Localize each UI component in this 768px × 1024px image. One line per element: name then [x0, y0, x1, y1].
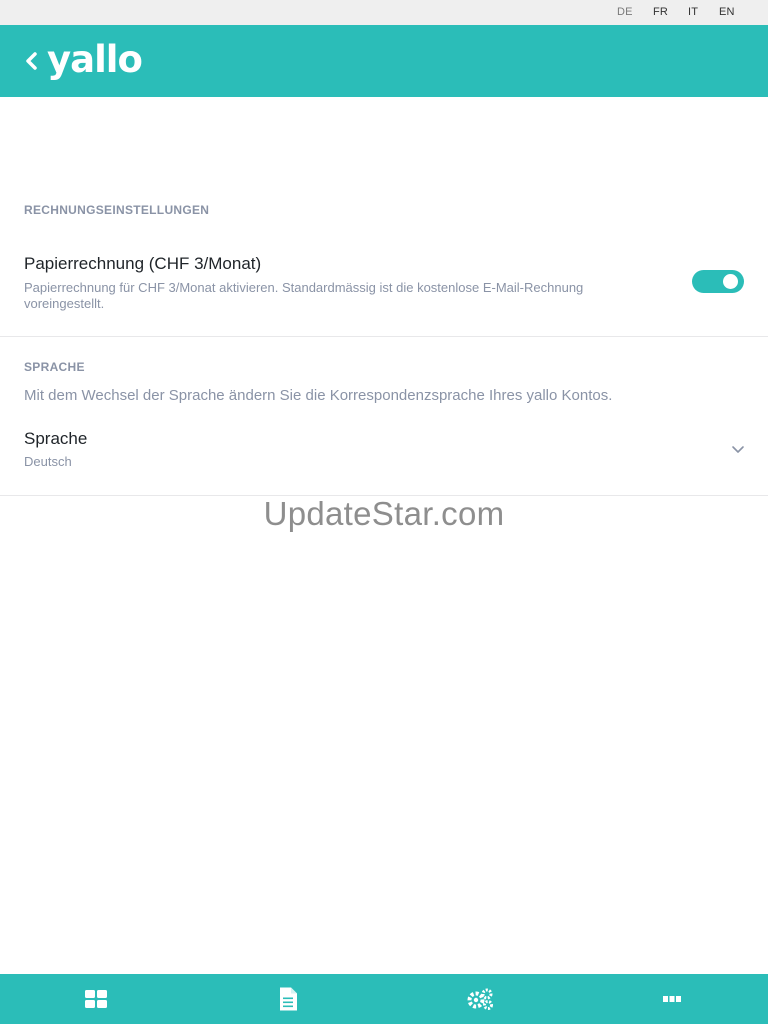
language-hint-text: Mit dem Wechsel der Sprache ändern Sie d…	[24, 387, 613, 404]
nav-tab-settings[interactable]	[384, 974, 576, 1024]
nav-tab-dashboard[interactable]	[0, 974, 192, 1024]
language-select[interactable]: Sprache Deutsch	[0, 420, 768, 480]
settings-page: DE FR IT EN yallo RECHNUNGSEINSTELLUNGEN…	[0, 0, 768, 1024]
dashboard-grid-icon	[85, 990, 107, 1008]
watermark-text: UpdateStar.com	[263, 495, 505, 532]
lang-de-link[interactable]: DE	[617, 6, 633, 18]
section-divider	[0, 336, 768, 337]
language-select-value: Deutsch	[24, 454, 72, 469]
bottom-navigation	[0, 974, 768, 1024]
paper-invoice-toggle[interactable]	[692, 270, 744, 293]
more-dots-icon	[663, 996, 681, 1002]
language-select-label: Sprache	[24, 429, 88, 448]
app-header: yallo	[0, 25, 768, 97]
billing-section-title: RECHNUNGSEINSTELLUNGEN	[24, 203, 210, 217]
nav-tab-more[interactable]	[576, 974, 768, 1024]
language-switcher-bar: DE FR IT EN	[0, 0, 768, 25]
paper-invoice-title: Papierrechnung (CHF 3/Monat)	[24, 254, 262, 273]
toggle-knob	[723, 274, 738, 289]
lang-fr-link[interactable]: FR	[653, 6, 668, 18]
chevron-down-icon	[732, 446, 744, 453]
nav-tab-documents[interactable]	[192, 974, 384, 1024]
settings-gears-icon	[467, 988, 493, 1010]
lang-it-link[interactable]: IT	[688, 6, 698, 18]
document-icon	[280, 987, 297, 1011]
back-chevron-icon[interactable]	[25, 52, 39, 70]
brand-logo[interactable]: yallo	[47, 38, 143, 82]
lang-en-link[interactable]: EN	[719, 6, 735, 18]
language-section-title: SPRACHE	[24, 360, 85, 374]
paper-invoice-description: Papierrechnung für CHF 3/Monat aktiviere…	[24, 280, 584, 311]
